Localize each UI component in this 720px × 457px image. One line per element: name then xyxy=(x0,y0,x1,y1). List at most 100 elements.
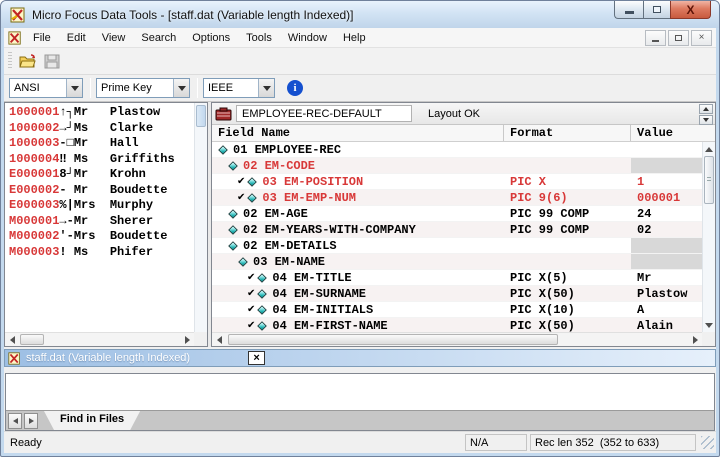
mdi-minimize-icon xyxy=(652,40,659,42)
layout-name-field[interactable]: EMPLOYEE-REC-DEFAULT xyxy=(236,105,412,122)
app-icon xyxy=(10,7,26,23)
close-icon: × xyxy=(253,353,259,364)
field-diamond-icon xyxy=(258,305,268,315)
scrollbar-thumb[interactable] xyxy=(196,105,206,127)
field-row[interactable]: 01 EMPLOYEE-REC xyxy=(212,142,702,158)
mdi-restore-button[interactable] xyxy=(668,30,689,46)
record-row[interactable]: M000003! Ms Phifer xyxy=(9,245,193,261)
mdi-minimize-button[interactable] xyxy=(645,30,666,46)
scrollbar-corner xyxy=(702,332,715,346)
record-row[interactable]: E000003%|Mrs Murphy xyxy=(9,198,193,214)
record-list-horizontal-scrollbar[interactable] xyxy=(5,332,194,346)
menu-search[interactable]: Search xyxy=(133,30,184,46)
tab-find-in-files[interactable]: Find in Files xyxy=(44,411,140,430)
float-format-select[interactable]: IEEE xyxy=(203,78,275,98)
menu-options[interactable]: Options xyxy=(184,30,238,46)
minimize-button[interactable] xyxy=(614,1,643,19)
scroll-down-icon[interactable] xyxy=(703,319,715,331)
scroll-right-icon[interactable] xyxy=(181,334,193,346)
open-file-button[interactable] xyxy=(16,50,40,72)
charset-dropdown-icon[interactable] xyxy=(66,79,82,97)
check-icon: ✔ xyxy=(247,318,255,332)
record-row[interactable]: 1000004‼ Ms Griffiths xyxy=(9,152,193,168)
scrollbar-thumb[interactable] xyxy=(228,334,558,345)
field-row[interactable]: ✔04 EM-SURNAME PIC X(50)Plastow xyxy=(212,286,702,302)
spin-down-icon[interactable] xyxy=(699,115,713,125)
field-row[interactable]: ✔04 EM-TITLE PIC X(5)Mr xyxy=(212,270,702,286)
spin-up-icon[interactable] xyxy=(699,104,713,114)
record-list-panel: 1000001↑┐Mr Plastow 1000002→┘Ms Clarke 1… xyxy=(4,102,208,347)
info-icon[interactable]: i xyxy=(287,80,303,96)
tab-scroll-left-icon[interactable] xyxy=(8,413,22,429)
output-tab-strip: Find in Files xyxy=(6,410,714,430)
grid-vertical-scrollbar[interactable] xyxy=(702,142,715,332)
layout-header: EMPLOYEE-REC-DEFAULT Layout OK xyxy=(212,103,715,125)
record-row[interactable]: 1000002→┘Ms Clarke xyxy=(9,121,193,137)
find-results-area[interactable] xyxy=(6,374,714,410)
menu-edit[interactable]: Edit xyxy=(59,30,94,46)
field-grid: Field Name Format Value 01 EMPLOYEE-REC … xyxy=(212,125,715,346)
document-tab-icon xyxy=(8,352,21,365)
record-row[interactable]: M000001→-Mr Sherer xyxy=(9,214,193,230)
scroll-left-icon[interactable] xyxy=(6,334,18,346)
record-list-vertical-scrollbar[interactable] xyxy=(194,103,207,332)
record-row[interactable]: M000002'-Mrs Boudette xyxy=(9,229,193,245)
separator xyxy=(197,78,198,98)
record-row[interactable]: E000002- Mr Boudette xyxy=(9,183,193,199)
field-row[interactable]: 02 EM-CODE xyxy=(212,158,702,174)
field-diamond-icon xyxy=(228,241,238,251)
float-format-dropdown-icon[interactable] xyxy=(258,79,274,97)
field-diamond-icon xyxy=(228,161,238,171)
scroll-up-icon[interactable] xyxy=(703,143,715,155)
field-row[interactable]: ✔04 EM-INITIALS PIC X(10)A xyxy=(212,302,702,318)
field-row[interactable]: ✔03 EM-EMP-NUM PIC 9(6)000001 xyxy=(212,190,702,206)
key-order-dropdown-icon[interactable] xyxy=(173,79,189,97)
record-row[interactable]: 1000001↑┐Mr Plastow xyxy=(9,105,193,121)
grid-horizontal-scrollbar[interactable] xyxy=(212,332,702,346)
column-field-name[interactable]: Field Name xyxy=(212,125,504,141)
document-close-button[interactable]: × xyxy=(248,351,265,365)
tab-scroll-right-icon[interactable] xyxy=(24,413,38,429)
grid-body: 01 EMPLOYEE-REC 02 EM-CODE ✔03 EM-POSITI… xyxy=(212,142,702,332)
close-button[interactable]: X xyxy=(670,1,711,19)
field-row[interactable]: 02 EM-AGE PIC 99 COMP24 xyxy=(212,206,702,222)
status-na-cell: N/A xyxy=(465,434,527,451)
scrollbar-thumb[interactable] xyxy=(20,334,44,345)
field-row[interactable]: ✔03 EM-POSITION PIC X1 xyxy=(212,174,702,190)
float-format-value: IEEE xyxy=(204,79,258,97)
toolbar-grip[interactable] xyxy=(8,52,12,70)
key-order-select[interactable]: Prime Key xyxy=(96,78,190,98)
output-panel: Find in Files xyxy=(5,373,715,431)
record-list: 1000001↑┐Mr Plastow 1000002→┘Ms Clarke 1… xyxy=(9,105,193,331)
scroll-right-icon[interactable] xyxy=(689,334,701,346)
scroll-left-icon[interactable] xyxy=(213,334,225,346)
layout-status: Layout OK xyxy=(428,108,480,120)
restore-button[interactable] xyxy=(643,1,670,19)
field-row[interactable]: 03 EM-NAME xyxy=(212,254,702,270)
mdi-close-button[interactable]: × xyxy=(691,30,712,46)
record-row[interactable]: 1000003-□Mr Hall xyxy=(9,136,193,152)
field-row[interactable]: 02 EM-YEARS-WITH-COMPANY PIC 99 COMP02 xyxy=(212,222,702,238)
document-icon[interactable] xyxy=(8,31,22,45)
resize-grip[interactable] xyxy=(701,436,714,449)
column-format[interactable]: Format xyxy=(504,125,631,141)
record-row[interactable]: E0000018┘Mr Krohn xyxy=(9,167,193,183)
field-row[interactable]: ✔04 EM-FIRST-NAME PIC X(50)Alain xyxy=(212,318,702,332)
check-icon: ✔ xyxy=(247,302,255,317)
close-icon: X xyxy=(686,3,694,17)
menu-view[interactable]: View xyxy=(94,30,134,46)
menu-window[interactable]: Window xyxy=(280,30,335,46)
minimize-icon xyxy=(625,11,634,14)
menu-tools[interactable]: Tools xyxy=(238,30,280,46)
menu-help[interactable]: Help xyxy=(335,30,374,46)
field-row[interactable]: 02 EM-DETAILS xyxy=(212,238,702,254)
save-file-button[interactable] xyxy=(40,50,64,72)
charset-select[interactable]: ANSI xyxy=(9,78,83,98)
scrollbar-thumb[interactable] xyxy=(704,156,714,204)
menu-file[interactable]: File xyxy=(25,30,59,46)
scrollbar-corner xyxy=(194,332,207,346)
key-order-value: Prime Key xyxy=(97,79,173,97)
document-tab-bar[interactable]: staff.dat (Variable length Indexed) × xyxy=(4,349,716,367)
column-value[interactable]: Value xyxy=(631,125,715,141)
document-tab-label[interactable]: staff.dat (Variable length Indexed) xyxy=(26,352,190,364)
